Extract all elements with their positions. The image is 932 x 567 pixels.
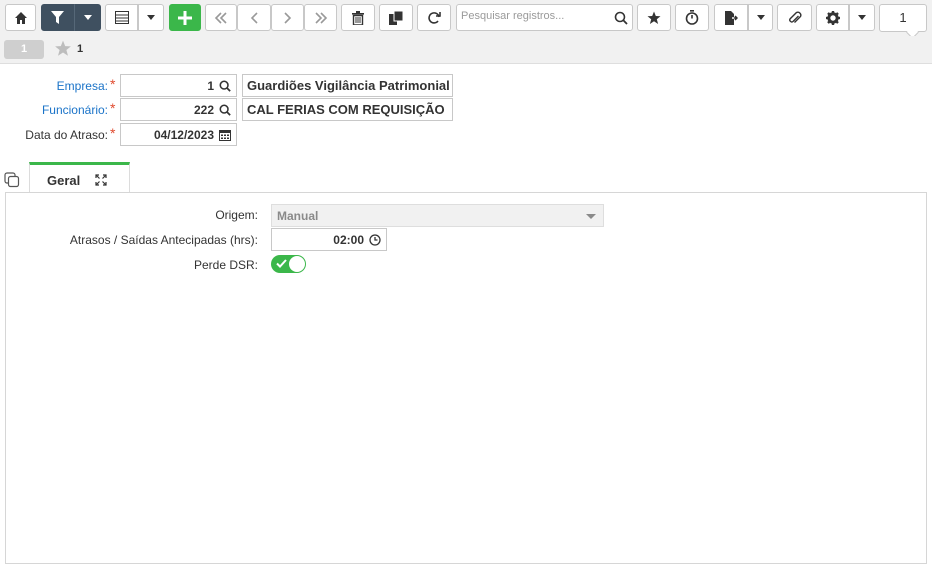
empresa-code-field[interactable]: 1	[120, 74, 237, 97]
first-icon	[214, 11, 227, 24]
atrasos-value: 02:00	[333, 233, 364, 247]
empresa-description-field: Guardiões Vigilância Patrimonial	[242, 74, 453, 97]
settings-button[interactable]	[816, 4, 849, 31]
prev-icon	[250, 11, 258, 24]
settings-dropdown-button[interactable]	[849, 4, 875, 31]
duplicate-tab-icon[interactable]	[4, 172, 20, 191]
funcionario-code-value: 222	[193, 103, 214, 117]
search-icon[interactable]	[219, 80, 231, 95]
atrasos-label: Atrasos / Saídas Antecipadas (hrs):	[69, 233, 258, 247]
chevron-down-icon	[858, 15, 866, 20]
origem-label: Origem:	[215, 208, 258, 222]
search-icon[interactable]	[219, 104, 231, 119]
export-button[interactable]	[714, 4, 748, 31]
grid-icon	[114, 11, 129, 24]
last-record-button[interactable]	[304, 4, 337, 31]
toolbar: 1	[0, 0, 932, 36]
previous-record-button[interactable]	[237, 4, 271, 31]
filter-dropdown-button[interactable]	[74, 4, 101, 31]
chevron-down-icon	[147, 15, 155, 20]
plus-icon	[178, 10, 192, 25]
last-icon	[314, 11, 327, 24]
timer-icon	[685, 10, 699, 25]
funcionario-description-field: CAL FERIAS COM REQUISIÇÃO	[242, 98, 453, 121]
favorites-count: 1	[77, 43, 84, 55]
clock-icon[interactable]	[369, 234, 381, 249]
trash-icon	[352, 10, 364, 25]
export-dropdown-button[interactable]	[748, 4, 773, 31]
search-box[interactable]	[456, 4, 633, 31]
data-atraso-value: 04/12/2023	[153, 128, 214, 142]
filter-button[interactable]	[41, 4, 74, 31]
funcionario-description: CAL FERIAS COM REQUISIÇÃO	[247, 102, 445, 117]
favorite-button[interactable]	[637, 4, 671, 31]
grid-view-button[interactable]	[105, 4, 138, 31]
chevron-down-icon	[756, 15, 765, 20]
record-tab[interactable]: 1	[4, 40, 44, 59]
export-icon	[725, 10, 738, 25]
home-button[interactable]	[5, 4, 36, 31]
required-marker: *	[110, 100, 116, 116]
next-icon	[283, 11, 291, 24]
empresa-code-value: 1	[207, 79, 214, 93]
search-input[interactable]	[461, 10, 611, 22]
first-record-button[interactable]	[205, 4, 237, 31]
origem-value: Manual	[277, 209, 319, 223]
tab-panel-geral	[5, 192, 927, 564]
refresh-button[interactable]	[417, 4, 451, 31]
atrasos-time-field[interactable]: 02:00	[271, 228, 387, 251]
required-marker: *	[110, 125, 116, 141]
search-icon[interactable]	[614, 11, 628, 28]
funcionario-code-field[interactable]: 222	[120, 98, 237, 121]
home-icon	[14, 11, 27, 24]
star-icon	[647, 11, 661, 24]
attachment-button[interactable]	[777, 4, 812, 31]
check-icon	[276, 258, 287, 272]
funcionario-label[interactable]: Funcionário:	[0, 103, 108, 117]
copy-button[interactable]	[379, 4, 413, 31]
add-button[interactable]	[169, 4, 201, 31]
chevron-down-icon	[83, 15, 92, 20]
toggle-knob	[289, 256, 305, 272]
origem-select[interactable]: Manual	[271, 204, 604, 227]
delete-button[interactable]	[341, 4, 375, 31]
form-content: Empresa: * 1 Guardiões Vigilância Patrim…	[0, 64, 932, 567]
chevron-down-icon	[586, 214, 596, 219]
page-number-input[interactable]: 1	[879, 4, 927, 32]
calendar-icon[interactable]	[219, 129, 231, 144]
attachment-icon	[788, 11, 801, 23]
favorites-star-icon[interactable]	[54, 40, 72, 60]
empresa-description: Guardiões Vigilância Patrimonial	[247, 78, 450, 93]
expand-icon[interactable]	[95, 174, 107, 189]
timer-button[interactable]	[675, 4, 709, 31]
perde-dsr-label: Perde DSR:	[193, 258, 258, 272]
data-atraso-label: Data do Atraso:	[25, 128, 108, 142]
data-atraso-field[interactable]: 04/12/2023	[120, 123, 237, 146]
tab-geral[interactable]: Geral	[29, 162, 130, 193]
record-tab-bar: 1 1	[0, 36, 932, 64]
next-record-button[interactable]	[271, 4, 304, 31]
required-marker: *	[110, 76, 116, 92]
tab-geral-label: Geral	[47, 173, 81, 188]
copy-icon	[389, 10, 403, 25]
refresh-icon	[428, 11, 441, 24]
filter-icon	[51, 10, 64, 24]
perde-dsr-toggle[interactable]	[271, 255, 306, 273]
empresa-label[interactable]: Empresa:	[0, 79, 108, 93]
gear-icon	[825, 10, 840, 25]
grid-view-dropdown-button[interactable]	[138, 4, 164, 31]
